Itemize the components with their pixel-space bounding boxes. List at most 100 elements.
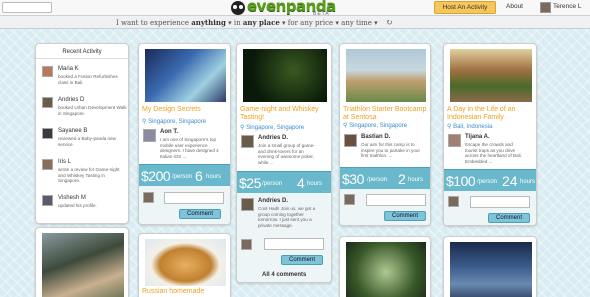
price-band: $30 /person 2 hours — [340, 167, 430, 189]
activity-text: updated his profile. — [58, 203, 97, 208]
duration-unit: hours — [408, 177, 424, 183]
filter-bar: I want to experience anything ▾ in any p… — [0, 16, 590, 29]
card-title[interactable]: Triathlon Starter Bootcamp at Sentosa — [343, 106, 430, 122]
host-activity-button[interactable]: Host An Activity — [434, 1, 496, 14]
avatar — [241, 198, 254, 211]
activity-name: Andries D — [58, 97, 85, 103]
filter-price[interactable]: any price — [300, 19, 333, 27]
card-host: Bastian D. Our aim for this camp is to i… — [344, 134, 424, 169]
avatar — [344, 194, 355, 205]
duration: 24 — [502, 173, 518, 189]
avatar — [42, 97, 53, 108]
chevron-down-icon[interactable]: ▾ — [333, 19, 339, 27]
avatar — [42, 128, 53, 139]
comment-zone: Comment — [340, 189, 430, 225]
activity-item[interactable]: Vishesh M updated his profile. — [42, 195, 128, 225]
card-image — [42, 233, 124, 297]
duration-unit: hours — [520, 179, 536, 185]
location-text: Bali, Indonesia — [453, 124, 493, 130]
card-title[interactable]: Russian homemade — [142, 288, 204, 296]
about-link[interactable]: About — [506, 3, 523, 10]
card-image — [346, 49, 426, 102]
card-image — [243, 49, 327, 102]
filter-where[interactable]: any place — [243, 18, 280, 27]
avatar — [448, 134, 461, 147]
comment-button[interactable]: Comment — [281, 255, 323, 265]
comment-button[interactable]: Comment — [384, 211, 426, 221]
activity-text: reviewed a Baby-panda new service. — [58, 136, 116, 147]
comment: Andries D. Cool Hadi! Join us, we got a … — [241, 198, 321, 236]
all-comments-link[interactable]: All 4 comments — [262, 272, 306, 278]
host-name: Bastian D. — [361, 134, 391, 140]
price-band: $200 /person 6 hours — [139, 164, 230, 186]
card-host: Andries D. Join a small group of game- a… — [241, 135, 321, 171]
search-input[interactable] — [2, 2, 52, 13]
comment-button[interactable]: Comment — [488, 213, 530, 223]
activity-card[interactable]: My Design Secrets ⚲ Singapore, Singapore… — [138, 43, 231, 225]
activity-text: booked Urban Development Walk in Singapo… — [58, 105, 127, 116]
card-image — [450, 49, 532, 102]
refresh-icon[interactable]: ↻ — [386, 18, 393, 27]
comment-input[interactable] — [366, 194, 426, 206]
host-name: Tijana A. — [465, 134, 490, 140]
duration-unit: hours — [206, 174, 222, 180]
activity-card[interactable] — [443, 236, 537, 297]
chevron-down-icon[interactable]: ▾ — [372, 19, 378, 27]
comment-input[interactable] — [264, 238, 324, 250]
comment-zone: Comment — [139, 186, 230, 224]
user-name: Terence L — [553, 3, 582, 10]
price-band: $25 /person 4 hours — [237, 171, 331, 193]
avatar — [448, 196, 459, 207]
duration: 4 — [297, 175, 305, 191]
activity-item[interactable]: Sayanee B reviewed a Baby-panda new serv… — [42, 128, 128, 158]
card-title[interactable]: Game-night and Whiskey Tasting! — [240, 106, 331, 122]
price: $100 — [446, 173, 476, 189]
price-unit: /person — [262, 181, 283, 187]
card-location: ⚲ Singapore, Singapore — [240, 124, 304, 131]
activity-card[interactable]: A Day in the Life of an Indonesian Famil… — [443, 43, 537, 226]
avatar — [143, 192, 154, 203]
card-image — [450, 242, 532, 297]
host-description: Escape the crowds and tourist traps as y… — [465, 142, 522, 164]
host-description: I am one of Singapore's top mobile user … — [160, 137, 219, 159]
host-name: Andries D. — [258, 135, 289, 141]
avatar — [241, 135, 254, 148]
comment-input[interactable] — [164, 192, 224, 204]
comment-button[interactable]: Comment — [179, 209, 221, 219]
card-image — [145, 239, 226, 286]
comment-input[interactable] — [470, 196, 530, 208]
activity-card[interactable]: Triathlon Starter Bootcamp at Sentosa ⚲ … — [339, 43, 431, 226]
filter-prefix: I want to experience — [116, 19, 189, 27]
chevron-down-icon[interactable]: ▾ — [226, 19, 232, 27]
activity-item[interactable]: Andries D booked Urban Development Walk … — [42, 97, 128, 127]
activity-card[interactable] — [35, 227, 129, 297]
card-title[interactable]: A Day in the Life of an Indonesian Famil… — [447, 106, 536, 122]
activity-card[interactable] — [339, 236, 431, 297]
location-text: Singapore, Singapore — [148, 119, 207, 125]
duration: 2 — [398, 171, 406, 187]
card-image — [145, 49, 226, 102]
card-host: Tijana A. Escape the crowds and tourist … — [448, 134, 528, 170]
avatar — [540, 2, 551, 13]
avatar — [344, 134, 357, 147]
activity-item[interactable]: Iris L wrote a review for Game-night and… — [42, 159, 128, 189]
avatar — [42, 159, 53, 170]
recent-activity-title: Recent Activity — [36, 44, 128, 59]
filter-what[interactable]: anything — [191, 18, 226, 27]
price: $25 — [239, 175, 261, 191]
activity-name: Vishesh M — [58, 195, 86, 201]
filter-sentence: I want to experience anything ▾ in any p… — [116, 18, 393, 27]
chevron-down-icon[interactable]: ▾ — [280, 19, 286, 27]
card-title[interactable]: My Design Secrets — [142, 106, 201, 114]
host-description: Our aim for this camp is to inspire you … — [361, 142, 420, 159]
top-bar: evenpanda BETA Host An Activity About Te… — [0, 0, 590, 17]
avatar — [143, 129, 156, 142]
filter-time[interactable]: any time — [341, 19, 372, 27]
price-unit: /person — [477, 179, 498, 185]
avatar — [241, 239, 252, 250]
activity-card[interactable]: Russian homemade — [138, 233, 231, 297]
activity-card[interactable]: Game-night and Whiskey Tasting! ⚲ Singap… — [236, 43, 332, 283]
activity-item[interactable]: Maria K booked a Fusion Refurbishes clas… — [42, 66, 128, 96]
host-name: Aon T. — [160, 129, 178, 135]
recent-activity-panel: Recent Activity Maria K booked a Fusion … — [35, 43, 129, 224]
